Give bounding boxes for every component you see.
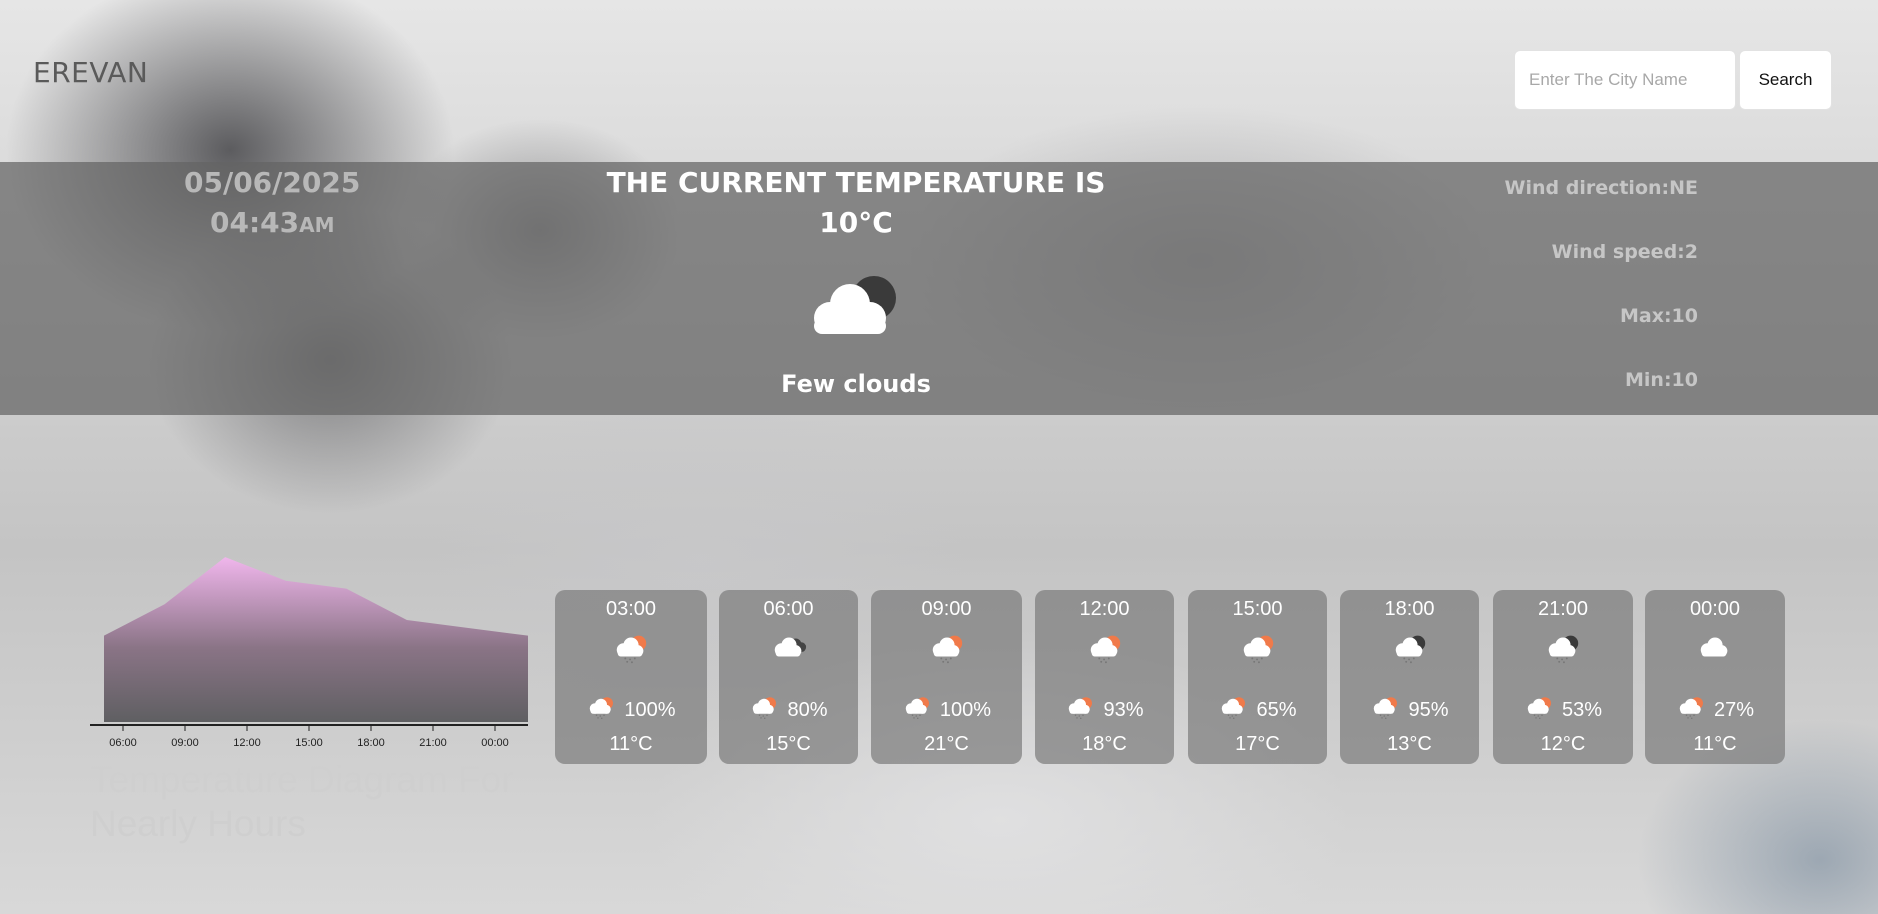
cloud-icon [1696, 632, 1734, 669]
rain-sun-icon [1065, 694, 1095, 726]
rain-sun-icon [902, 694, 932, 726]
precipitation-chance: 100% [871, 694, 1022, 726]
precipitation-value: 93% [1103, 698, 1144, 721]
precipitation-value: 80% [787, 698, 828, 721]
rain-sun-icon [586, 694, 616, 726]
rain-sun-icon [1524, 694, 1554, 726]
x-tick-label: 00:00 [481, 737, 509, 749]
x-tick-label: 12:00 [233, 737, 261, 749]
rain-sun-icon [1239, 632, 1277, 669]
forecast-card: 21:00 53% 12°C [1493, 590, 1633, 764]
forecast-temperature: 11°C [609, 733, 653, 755]
x-tick-label: 21:00 [419, 737, 447, 749]
forecast-time: 06:00 [763, 598, 814, 620]
forecast-time: 12:00 [1079, 598, 1130, 620]
time-ampm: AM [299, 213, 335, 237]
forecast-time: 15:00 [1232, 598, 1283, 620]
forecast-card: 12:00 93% 18°C [1035, 590, 1174, 764]
forecast-card: 18:00 95% 13°C [1340, 590, 1479, 764]
forecast-card: 15:00 65% 17°C [1188, 590, 1327, 764]
forecast-temperature: 12°C [1540, 733, 1586, 755]
forecast-temperature: 18°C [1082, 733, 1127, 755]
precipitation-chance: 100% [555, 694, 707, 726]
broken-clouds-icon [770, 632, 808, 669]
precipitation-chance: 65% [1188, 694, 1327, 726]
rain-sun-icon [1676, 694, 1706, 726]
chart-title: Temperature Diagram For Nearly Hours [90, 759, 514, 844]
forecast-time: 00:00 [1689, 598, 1741, 620]
time-value: 04:43 [210, 206, 300, 239]
wind-direction: Wind direction:NE [1504, 177, 1699, 199]
city-name: EREVAN [33, 56, 149, 89]
precipitation-value: 100% [624, 698, 676, 721]
precipitation-value: 100% [939, 698, 992, 721]
search-bar: Search [1514, 50, 1832, 110]
precipitation-chance: 53% [1493, 694, 1633, 726]
precipitation-chance: 93% [1035, 694, 1174, 726]
forecast-temperature: 21°C [924, 733, 969, 755]
rain-sun-icon [749, 694, 779, 726]
current-description: Few clouds [781, 370, 931, 398]
temperature-area [104, 557, 528, 722]
x-tick-label: 09:00 [171, 737, 199, 749]
rain-sun-icon [612, 632, 650, 669]
forecast-time: 21:00 [1537, 598, 1589, 620]
min-temperature: Min:10 [1625, 369, 1698, 391]
rain-night-icon [1544, 632, 1582, 669]
forecast-card: 00:00 27% 11°C [1645, 590, 1785, 764]
current-temperature-value: 10°C [819, 206, 893, 239]
temperature-area-chart: 06:00 09:00 12:00 15:00 18:00 21:00 00:00 [90, 557, 528, 749]
forecast-temperature: 15°C [766, 733, 811, 755]
x-tick-label: 15:00 [295, 737, 323, 749]
forecast-time: 09:00 [921, 598, 972, 620]
rain-sun-icon [1086, 632, 1124, 669]
current-time: 04:43AM [210, 206, 335, 239]
forecast-card: 09:00 100% 21°C [871, 590, 1022, 764]
precipitation-chance: 95% [1340, 694, 1479, 726]
few-clouds-night-icon [814, 276, 896, 334]
precipitation-value: 53% [1561, 698, 1603, 721]
search-button[interactable]: Search [1739, 50, 1832, 110]
forecast-time: 18:00 [1384, 598, 1435, 620]
x-tick-label: 18:00 [357, 737, 385, 749]
forecast-temperature: 13°C [1387, 733, 1432, 755]
rain-sun-icon [928, 632, 966, 669]
forecast-temperature: 11°C [1693, 733, 1737, 755]
current-date: 05/06/2025 [184, 166, 361, 199]
city-search-input[interactable] [1514, 50, 1736, 110]
rain-sun-icon [1218, 694, 1248, 726]
precipitation-value: 27% [1713, 698, 1755, 721]
forecast-temperature: 17°C [1235, 733, 1280, 755]
precipitation-chance: 27% [1645, 694, 1785, 726]
rain-night-icon [1391, 632, 1429, 669]
precipitation-chance: 80% [719, 694, 858, 726]
x-tick-label: 06:00 [109, 737, 137, 749]
current-temperature-label: THE CURRENT TEMPERATURE IS [606, 166, 1106, 199]
precipitation-value: 65% [1256, 698, 1297, 721]
wind-speed: Wind speed:2 [1551, 241, 1698, 263]
rain-sun-icon [1370, 694, 1400, 726]
precipitation-value: 95% [1408, 698, 1449, 721]
forecast-card: 06:00 80% 15°C [719, 590, 858, 764]
forecast-time: 03:00 [605, 598, 657, 620]
forecast-card: 03:00 100% 11°C [555, 590, 707, 764]
max-temperature: Max:10 [1619, 305, 1698, 327]
